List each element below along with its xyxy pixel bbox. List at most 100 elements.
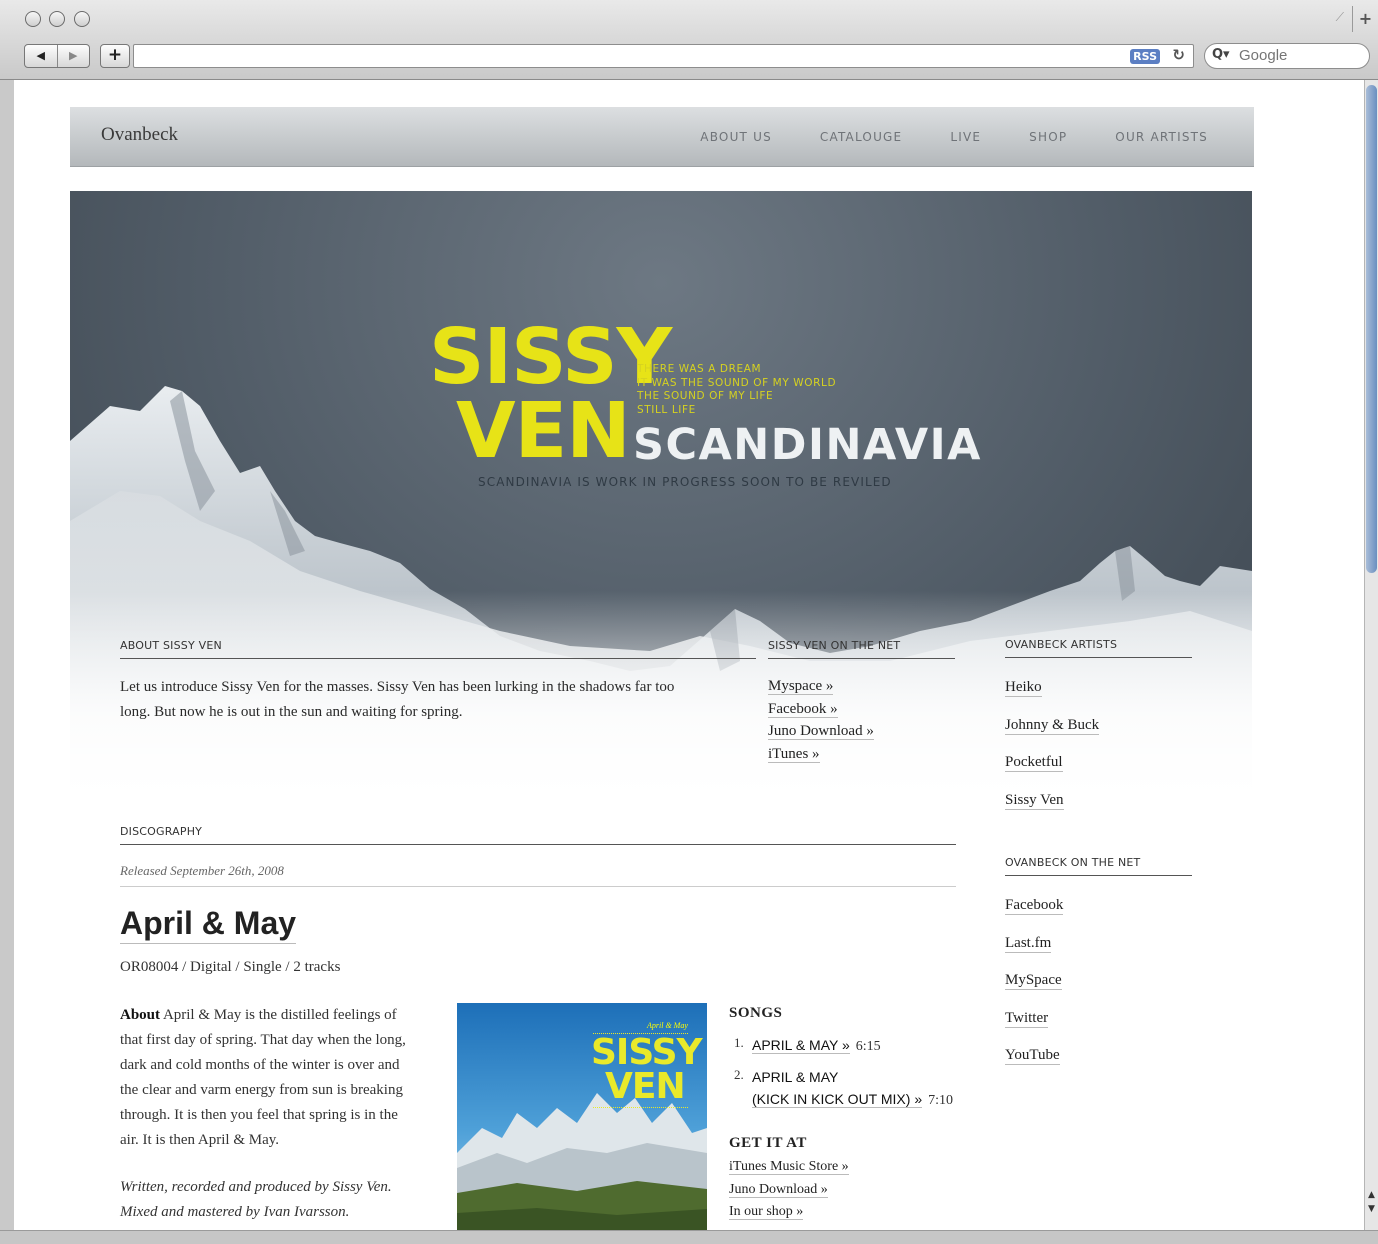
minimize-window-button[interactable]	[49, 11, 65, 27]
discography-heading: DISCOGRAPHY	[120, 825, 956, 845]
album-title[interactable]: April & May	[120, 905, 297, 944]
scroll-up-arrow[interactable]: ▲	[1365, 1190, 1378, 1200]
link-text[interactable]: Twitter	[1005, 1009, 1049, 1028]
artist-heiko[interactable]: Heiko	[1005, 669, 1099, 707]
zoom-window-button[interactable]	[74, 11, 90, 27]
link-text[interactable]: Johnny & Buck	[1005, 716, 1100, 735]
link-text[interactable]: Juno Download »	[729, 1181, 828, 1198]
site-header: Ovanbeck ABOUT US CATALOUGE LIVE SHOP OU…	[70, 107, 1254, 167]
forward-button[interactable]: ▶	[56, 45, 90, 67]
new-tab-button[interactable]: +	[1352, 6, 1378, 32]
about-text: Let us introduce Sissy Ven for the masse…	[120, 675, 760, 725]
scroll-down-arrow[interactable]: ▼	[1365, 1204, 1378, 1214]
album-credits: Written, recorded and produced by Sissy …	[120, 1175, 450, 1225]
hero-subtitle: SCANDINAVIA	[633, 420, 982, 470]
nav-catalogue[interactable]: CATALOUGE	[820, 130, 902, 144]
artist-sissy-ven[interactable]: Sissy Ven	[1005, 782, 1099, 820]
nav-about-us[interactable]: ABOUT US	[700, 130, 772, 144]
history-buttons: ◀ ▶	[24, 44, 90, 68]
rss-button[interactable]: RSS	[1130, 49, 1160, 64]
site-logo[interactable]: Ovanbeck	[101, 124, 178, 146]
link-text[interactable]: YouTube	[1005, 1047, 1060, 1065]
ovanbeck-youtube[interactable]: YouTube	[1005, 1037, 1063, 1075]
about-heading: ABOUT SISSY VEN	[120, 639, 756, 659]
hero-title-line1: SISSY	[429, 313, 672, 402]
store-our-shop[interactable]: In our shop »	[729, 1201, 849, 1224]
search-input[interactable]	[1239, 47, 1359, 64]
link-text[interactable]: Pocketful	[1005, 754, 1063, 772]
about-line: dark and cold months of the winter is ov…	[120, 1057, 400, 1073]
song-link[interactable]: APRIL & MAY »	[752, 1037, 850, 1054]
address-bar[interactable]: RSS ↻	[133, 44, 1194, 68]
about-line: through. It is then you feel that spring…	[120, 1107, 398, 1123]
song-link[interactable]: APRIL & MAY	[752, 1069, 838, 1085]
get-it-list: iTunes Music Store » Juno Download » In …	[729, 1156, 849, 1224]
ovanbeck-myspace[interactable]: MySpace	[1005, 962, 1063, 1000]
songs-heading: SONGS	[729, 1005, 783, 1021]
link-text[interactable]: In our shop »	[729, 1204, 804, 1221]
cover-title-line2: VEN	[605, 1066, 686, 1107]
net-link-itunes[interactable]: iTunes »	[768, 743, 874, 766]
store-juno[interactable]: Juno Download »	[729, 1179, 849, 1202]
about-text-line: long. But now he is out in the sun and w…	[120, 704, 463, 720]
link-text[interactable]: Myspace »	[768, 678, 834, 695]
album-meta: OR08004 / Digital / Single / 2 tracks	[120, 959, 341, 975]
ovanbeck-net-list: Facebook Last.fm MySpace Twitter YouTube	[1005, 887, 1064, 1075]
artist-johnny-buck[interactable]: Johnny & Buck	[1005, 707, 1100, 745]
song-number: 1.	[734, 1035, 744, 1050]
release-date: Released September 26th, 2008	[120, 863, 956, 887]
ovanbeck-lastfm[interactable]: Last.fm	[1005, 925, 1063, 963]
song-number: 2.	[734, 1066, 744, 1082]
song-duration: 6:15	[855, 1039, 881, 1054]
about-text-line: Let us introduce Sissy Ven for the masse…	[120, 679, 675, 695]
net-link-myspace[interactable]: Myspace »	[768, 675, 874, 698]
net-heading: SISSY VEN ON THE NET	[768, 639, 955, 659]
ovanbeck-twitter[interactable]: Twitter	[1005, 1000, 1063, 1038]
song-item: 1. APRIL & MAY » 6:15	[730, 1035, 960, 1058]
vertical-scrollbar[interactable]: ▲ ▼	[1364, 80, 1378, 1230]
poem-line: STILL LIFE	[637, 403, 696, 416]
nav-our-artists[interactable]: OUR ARTISTS	[1115, 130, 1208, 144]
link-text[interactable]: Sissy Ven	[1005, 791, 1064, 810]
back-button[interactable]: ◀	[25, 45, 57, 67]
about-line: air. It is then April & May.	[120, 1132, 280, 1148]
main-nav: ABOUT US CATALOUGE LIVE SHOP OUR ARTISTS	[700, 130, 1208, 144]
link-text[interactable]: Juno Download »	[768, 723, 874, 741]
link-text[interactable]: iTunes »	[768, 745, 820, 763]
song-duration: 7:10	[928, 1093, 953, 1109]
artist-pocketful[interactable]: Pocketful	[1005, 744, 1099, 782]
poem-line: IT WAS THE SOUND OF MY WORLD	[637, 376, 837, 389]
song-link-subtitle[interactable]: (KICK IN KICK OUT MIX) »	[752, 1091, 923, 1109]
artists-heading: OVANBECK ARTISTS	[1005, 638, 1192, 658]
net-link-juno[interactable]: Juno Download »	[768, 720, 874, 743]
link-text[interactable]: Last.fm	[1005, 934, 1052, 953]
ovanbeck-net-heading: OVANBECK ON THE NET	[1005, 856, 1192, 876]
album-cover[interactable]: April & May SISSY VEN	[457, 1003, 707, 1230]
close-window-button[interactable]	[25, 11, 41, 27]
hero-title-line2: VEN	[456, 387, 631, 476]
link-text[interactable]: MySpace	[1005, 972, 1062, 990]
search-icon[interactable]: Q▾	[1212, 47, 1230, 62]
store-itunes[interactable]: iTunes Music Store »	[729, 1156, 849, 1179]
net-link-facebook[interactable]: Facebook »	[768, 698, 874, 721]
link-text[interactable]: Facebook	[1005, 897, 1064, 915]
toolbar-toggle-icon[interactable]: ⟋	[1336, 10, 1344, 25]
link-text[interactable]: Heiko	[1005, 679, 1042, 697]
scroll-thumb[interactable]	[1366, 85, 1377, 573]
link-text[interactable]: iTunes Music Store »	[729, 1159, 849, 1175]
status-bar	[0, 1230, 1378, 1244]
songs-list: 1. APRIL & MAY » 6:15 2. APRIL & MAY (KIC…	[730, 1035, 960, 1121]
reload-icon[interactable]: ↻	[1172, 46, 1185, 64]
cover-subtitle: April & May	[647, 1021, 688, 1030]
nav-live[interactable]: LIVE	[950, 130, 981, 144]
search-field[interactable]: Q▾	[1204, 43, 1370, 69]
hero-poem: THERE WAS A DREAM IT WAS THE SOUND OF MY…	[637, 363, 836, 417]
about-line: April & May is the distilled feelings of	[160, 1007, 397, 1023]
nav-shop[interactable]: SHOP	[1029, 130, 1067, 144]
net-links: Myspace » Facebook » Juno Download » iTu…	[768, 675, 874, 765]
link-text[interactable]: Facebook »	[768, 700, 838, 718]
add-bookmark-button[interactable]: +	[100, 44, 130, 68]
about-line: the clear and varm energy from sun is br…	[120, 1082, 403, 1098]
ovanbeck-facebook[interactable]: Facebook	[1005, 887, 1064, 925]
browser-toolbar: ⟋ + ◀ ▶ + RSS ↻ Q▾	[0, 0, 1378, 80]
